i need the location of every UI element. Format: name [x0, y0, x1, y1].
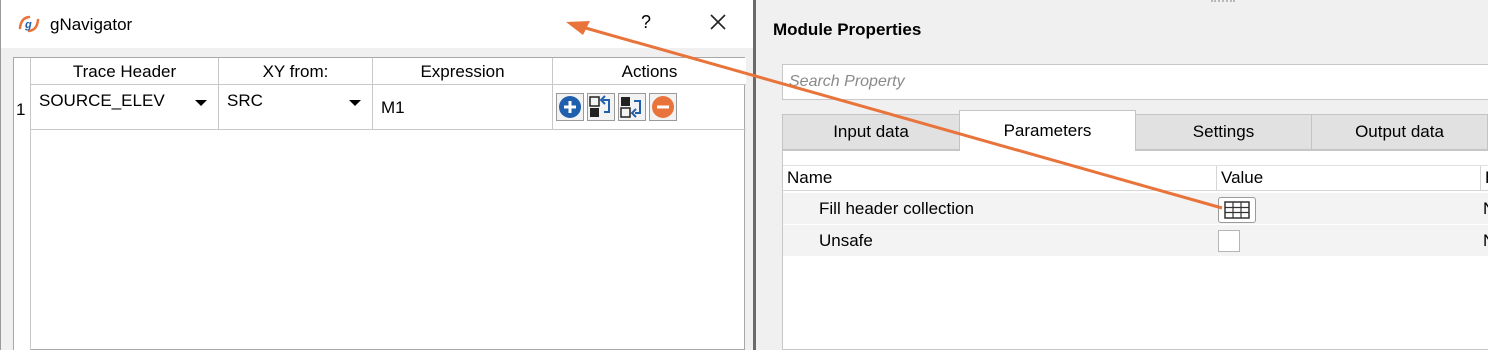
xy-from-dropdown[interactable]: SRC: [219, 85, 373, 130]
column-name[interactable]: Name: [783, 166, 1217, 191]
column-trace-header[interactable]: Trace Header: [31, 58, 219, 85]
expression-value: M1: [381, 98, 405, 117]
property-row[interactable]: Fill header collection N: [783, 193, 1488, 224]
column-actions[interactable]: Actions: [553, 58, 746, 85]
trace-header-dropdown[interactable]: SOURCE_ELEV: [31, 85, 219, 130]
table-row: SOURCE_ELEV SRC M1: [31, 85, 746, 130]
add-icon[interactable]: [556, 93, 584, 121]
chevron-down-icon: [349, 100, 361, 106]
row-number[interactable]: 1: [16, 100, 25, 120]
swap-out-icon[interactable]: [618, 93, 646, 121]
help-button[interactable]: ?: [641, 12, 651, 33]
property-extra: N: [1483, 225, 1488, 256]
property-grid: Name Value F Fill header collection N Un…: [782, 150, 1488, 350]
trace-header-value: SOURCE_ELEV: [39, 91, 165, 110]
tab-settings[interactable]: Settings: [1135, 114, 1312, 150]
svg-text:g: g: [24, 19, 32, 31]
fill-header-table-button[interactable]: [1218, 197, 1256, 223]
panel-title: Module Properties: [773, 20, 922, 39]
property-name: Unsafe: [819, 231, 873, 250]
expression-field[interactable]: M1: [373, 85, 553, 130]
remove-icon[interactable]: [649, 93, 677, 121]
unsafe-checkbox[interactable]: [1218, 230, 1240, 252]
close-icon[interactable]: [706, 10, 730, 34]
row-header-column: 1: [14, 58, 31, 350]
table-grid-icon: [1224, 201, 1250, 219]
xy-from-value: SRC: [227, 91, 263, 110]
column-value[interactable]: Value: [1217, 166, 1481, 191]
module-properties-panel: Module Properties Search Property Input …: [756, 0, 1488, 350]
column-extra[interactable]: F: [1481, 166, 1488, 191]
actions-cell: [553, 85, 746, 130]
column-xy-from[interactable]: XY from:: [219, 58, 373, 85]
chevron-down-icon: [195, 100, 207, 106]
swap-in-icon[interactable]: [587, 93, 615, 121]
property-extra: N: [1483, 193, 1488, 224]
tab-bar: Input data Parameters Settings Output da…: [782, 110, 1488, 151]
dialog-title: gNavigator: [50, 15, 133, 34]
navigator-table: 1 Trace Header XY from: Expression Actio…: [13, 57, 746, 350]
tab-output-data[interactable]: Output data: [1311, 114, 1488, 150]
column-expression[interactable]: Expression: [373, 58, 553, 85]
search-property-input[interactable]: Search Property: [782, 64, 1488, 100]
tab-input-data[interactable]: Input data: [782, 114, 960, 150]
property-name: Fill header collection: [819, 199, 974, 218]
gnavigator-app-icon: g: [18, 15, 40, 33]
property-grid-header: Name Value F: [783, 165, 1488, 191]
dialog-title-bar[interactable]: g gNavigator ?: [1, 0, 753, 48]
splitter-grip[interactable]: [1211, 0, 1235, 4]
property-row[interactable]: Unsafe N: [783, 225, 1488, 256]
dialog-body: 1 Trace Header XY from: Expression Actio…: [1, 48, 753, 350]
gnavigator-dialog: g gNavigator ? 1 Trace Header XY from: E…: [0, 0, 756, 350]
tab-parameters[interactable]: Parameters: [959, 110, 1136, 151]
